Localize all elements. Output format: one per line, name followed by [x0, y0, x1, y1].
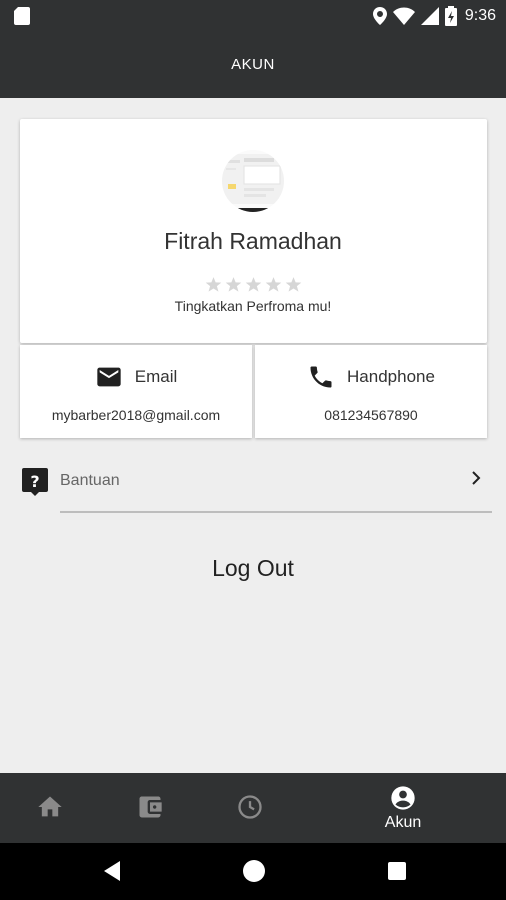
clock: 9:36: [464, 7, 496, 24]
nav-item-wallet[interactable]: [100, 773, 200, 843]
app-bar: AKUN: [0, 32, 506, 98]
avatar-image: [222, 150, 284, 212]
divider: [60, 511, 492, 513]
wifi-icon: [392, 7, 415, 25]
nav-item-history[interactable]: [200, 773, 300, 843]
phone-value: 081234567890: [324, 407, 418, 423]
help-icon: ?: [22, 468, 48, 496]
star-icon: [245, 277, 262, 292]
help-row[interactable]: ? Bantuan: [0, 458, 506, 516]
system-nav-bar: [0, 843, 506, 900]
status-bar: 9:36: [0, 0, 506, 32]
rating-stars: [205, 276, 302, 293]
sd-card-icon: [14, 7, 30, 25]
email-card[interactable]: Email mybarber2018@gmail.com: [20, 345, 252, 438]
home-icon: [38, 796, 62, 817]
phone-label: Handphone: [347, 367, 435, 386]
avatar[interactable]: [222, 150, 284, 212]
recents-icon[interactable]: [383, 857, 411, 885]
battery-icon: [444, 6, 457, 26]
status-icons: 9:36: [372, 4, 496, 28]
account-icon: [391, 786, 415, 810]
phone-card[interactable]: Handphone 081234567890: [255, 345, 487, 438]
mail-icon: [97, 367, 121, 387]
email-header: Email: [20, 363, 252, 391]
star-icon: [285, 277, 302, 292]
email-label: Email: [134, 367, 178, 386]
signal-icon: [420, 7, 439, 25]
history-icon: [238, 795, 262, 819]
nav-item-home[interactable]: [0, 773, 100, 843]
help-label: Bantuan: [60, 472, 120, 489]
nav-label-account: Akun: [384, 814, 422, 831]
rating-tagline: Tingkatkan Perfroma mu!: [174, 298, 332, 314]
profile-name: Fitrah Ramadhan: [164, 228, 342, 254]
star-icon: [205, 277, 222, 292]
location-icon: [372, 7, 387, 25]
star-icon: [265, 277, 282, 292]
page-title: AKUN: [231, 56, 275, 73]
nav-item-account[interactable]: Akun: [353, 773, 453, 843]
star-icon: [225, 277, 242, 292]
chevron-right-icon: [472, 471, 481, 485]
svg-text:?: ?: [30, 472, 39, 491]
bottom-nav: Akun: [0, 773, 506, 843]
wallet-icon: [139, 796, 162, 818]
logout-button[interactable]: Log Out: [0, 555, 506, 582]
phone-header: Handphone: [255, 363, 487, 391]
email-value: mybarber2018@gmail.com: [51, 407, 221, 423]
phone-icon: [310, 366, 332, 388]
back-icon[interactable]: [98, 857, 126, 885]
home-circle-icon[interactable]: [240, 857, 268, 885]
